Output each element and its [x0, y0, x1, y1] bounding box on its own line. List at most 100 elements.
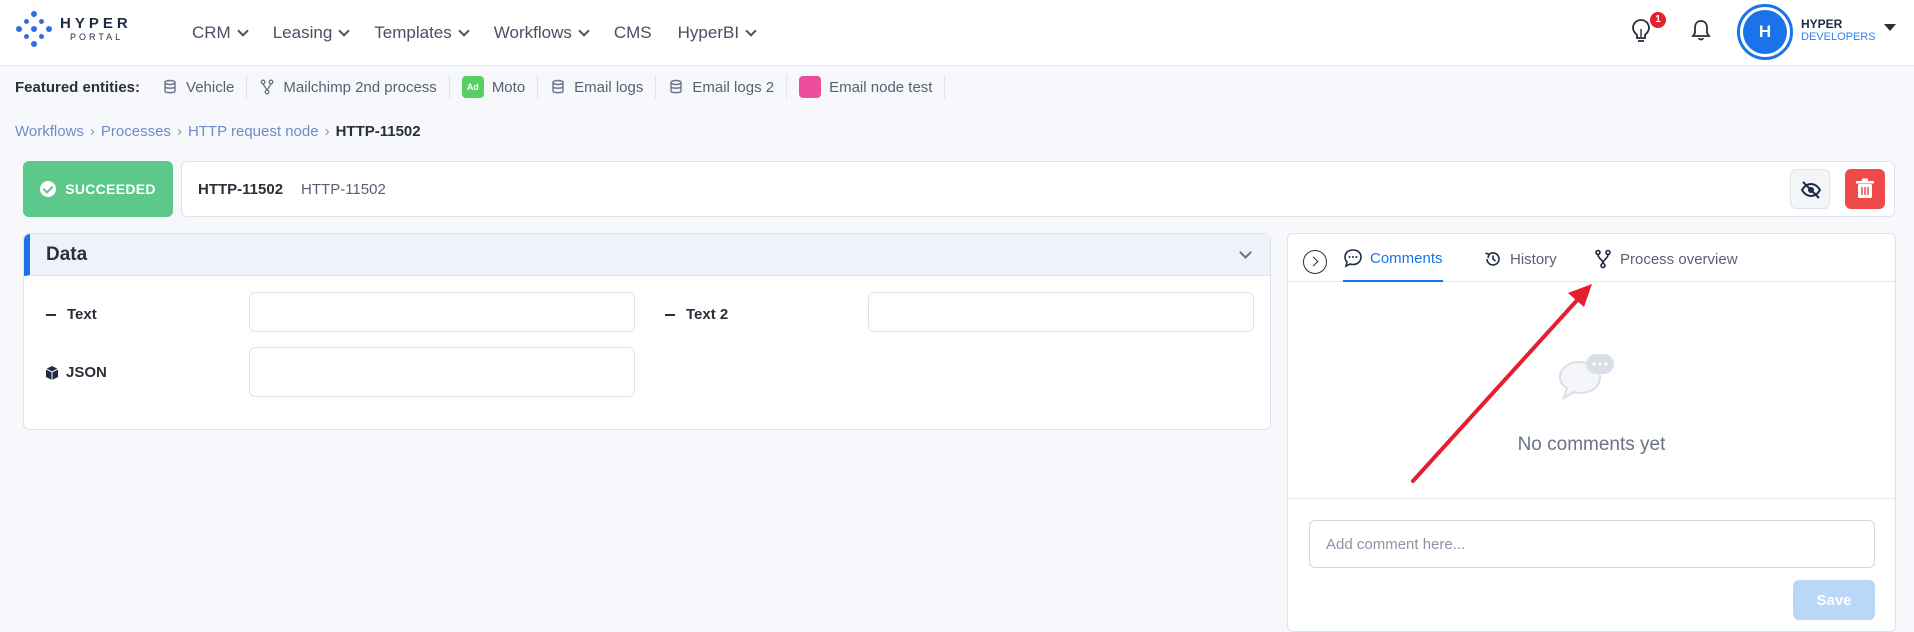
json-field[interactable]: [249, 347, 635, 397]
logo-text-sub: PORTAL: [70, 32, 124, 42]
pink-square-icon: [799, 76, 822, 98]
featured-item-label: Moto: [491, 78, 526, 96]
data-panel-title: Data: [46, 243, 88, 265]
trash-icon: [1856, 178, 1874, 198]
bell-icon[interactable]: [1690, 18, 1712, 42]
field-json-label-text: JSON: [66, 364, 107, 381]
notification-badge: 1: [1650, 12, 1666, 28]
main-menu: CRM Leasing Templates Workflows CMS Hype…: [192, 0, 781, 66]
tab-history-label: History: [1510, 250, 1557, 268]
featured-item-vehicle[interactable]: Vehicle: [150, 75, 246, 99]
featured-item-email-node-test[interactable]: Email node test: [786, 75, 944, 99]
chevron-down-icon[interactable]: [1239, 246, 1252, 259]
breadcrumb-separator: ›: [324, 123, 330, 140]
side-panel-tabs: Comments History Process overview: [1288, 234, 1895, 282]
nav-templates[interactable]: Templates: [374, 23, 470, 43]
top-navigation: HYPER PORTAL CRM Leasing Templates Workf…: [0, 0, 1914, 66]
featured-item-email-logs[interactable]: Email logs: [537, 75, 655, 99]
delete-button[interactable]: [1845, 169, 1885, 209]
empty-comments-icon: [1558, 354, 1614, 401]
nav-leasing[interactable]: Leasing: [272, 23, 350, 43]
breadcrumb-current: HTTP-11502: [335, 123, 421, 140]
eye-slash-icon: [1800, 181, 1822, 199]
field-text2-label: Text 2: [665, 306, 728, 323]
featured-item-label: Email logs: [574, 78, 644, 96]
comment-input[interactable]: [1309, 520, 1875, 568]
field-text-label-text: Text: [67, 306, 97, 323]
process-title-bar: HTTP-11502 HTTP-11502: [181, 161, 1895, 217]
save-comment-button[interactable]: Save: [1793, 580, 1875, 620]
nav-hyperbi-label: HyperBI: [677, 23, 740, 42]
nav-hyperbi[interactable]: HyperBI: [677, 23, 757, 43]
database-icon: [164, 79, 176, 94]
nav-templates-label: Templates: [374, 23, 452, 42]
tab-process-overview[interactable]: Process overview: [1593, 248, 1738, 282]
check-circle-icon: [40, 181, 57, 197]
cube-icon: [45, 365, 59, 380]
breadcrumb-processes[interactable]: Processes: [101, 123, 171, 140]
chevron-down-icon: [578, 24, 590, 37]
nav-crm-label: CRM: [192, 23, 231, 42]
process-icon: [260, 79, 274, 95]
breadcrumb-workflows[interactable]: Workflows: [15, 123, 84, 140]
data-panel: Data Text Text 2 JSON: [23, 233, 1271, 430]
featured-item-label: Vehicle: [186, 78, 235, 96]
breadcrumb-http-request-node[interactable]: HTTP request node: [188, 123, 319, 140]
featured-item-mailchimp[interactable]: Mailchimp 2nd process: [246, 75, 448, 99]
status-text: SUCCEEDED: [65, 181, 156, 197]
chevron-down-icon: [458, 24, 470, 37]
hide-button[interactable]: [1790, 169, 1830, 209]
breadcrumb-separator: ›: [89, 123, 95, 140]
status-badge: SUCCEEDED: [23, 161, 173, 217]
nav-workflows-label: Workflows: [493, 23, 572, 42]
field-text2-label-text: Text 2: [686, 306, 729, 323]
chevron-down-icon: [745, 24, 757, 37]
text-2-field[interactable]: [868, 292, 1254, 332]
logo-mark-icon: [14, 9, 54, 49]
process-fork-icon: [1595, 249, 1611, 269]
tab-comments-label: Comments: [1370, 249, 1443, 267]
data-panel-header[interactable]: Data: [24, 234, 1270, 276]
tab-history[interactable]: History: [1483, 248, 1557, 282]
field-text-label: Text: [46, 306, 97, 323]
organization-switcher[interactable]: HYPER DEVELOPERS: [1801, 17, 1876, 44]
comment-composer: Save: [1288, 498, 1895, 631]
minus-icon: [46, 313, 56, 316]
activity-side-panel: Comments History Process overview No com…: [1287, 233, 1896, 632]
featured-item-moto[interactable]: Ad Moto: [448, 75, 537, 99]
featured-divider: [944, 75, 946, 99]
history-icon: [1485, 252, 1500, 266]
featured-item-label: Email logs 2: [692, 78, 775, 96]
featured-entities-bar: Featured entities: Vehicle Mailchimp 2nd…: [0, 67, 1914, 107]
database-icon: [670, 79, 683, 94]
nav-cms-label: CMS: [613, 23, 652, 42]
chevron-down-icon: [237, 24, 249, 37]
featured-item-label: Mailchimp 2nd process: [283, 78, 437, 96]
nav-cms[interactable]: CMS: [614, 23, 652, 43]
logo-text-main: HYPER: [60, 15, 132, 32]
text-field[interactable]: [249, 292, 635, 332]
featured-label: Featured entities:: [15, 78, 141, 96]
green-square-icon: Ad: [461, 76, 484, 98]
empty-state-text: No comments yet: [1517, 434, 1666, 455]
comment-icon: [1344, 249, 1362, 268]
breadcrumb: Workflows › Processes › HTTP request nod…: [15, 123, 421, 140]
process-name: HTTP-11502: [301, 180, 386, 198]
hyper-portal-logo[interactable]: HYPER PORTAL: [14, 9, 132, 49]
collapse-panel-button[interactable]: [1303, 250, 1327, 274]
chevron-down-icon: [338, 24, 350, 37]
nav-workflows[interactable]: Workflows: [493, 23, 590, 43]
caret-down-icon[interactable]: [1884, 24, 1896, 31]
nav-leasing-label: Leasing: [272, 23, 333, 42]
org-subtitle: DEVELOPERS: [1801, 31, 1876, 44]
featured-item-email-logs-2[interactable]: Email logs 2: [655, 75, 786, 99]
nav-crm[interactable]: CRM: [192, 23, 249, 43]
process-id: HTTP-11502: [198, 180, 284, 198]
avatar[interactable]: H: [1743, 10, 1787, 54]
minus-icon: [665, 313, 675, 316]
tab-comments[interactable]: Comments: [1343, 248, 1443, 282]
breadcrumb-separator: ›: [176, 123, 182, 140]
org-name: HYPER: [1801, 17, 1843, 31]
field-json-label: JSON: [44, 364, 107, 381]
lightbulb-icon[interactable]: [1630, 18, 1652, 44]
